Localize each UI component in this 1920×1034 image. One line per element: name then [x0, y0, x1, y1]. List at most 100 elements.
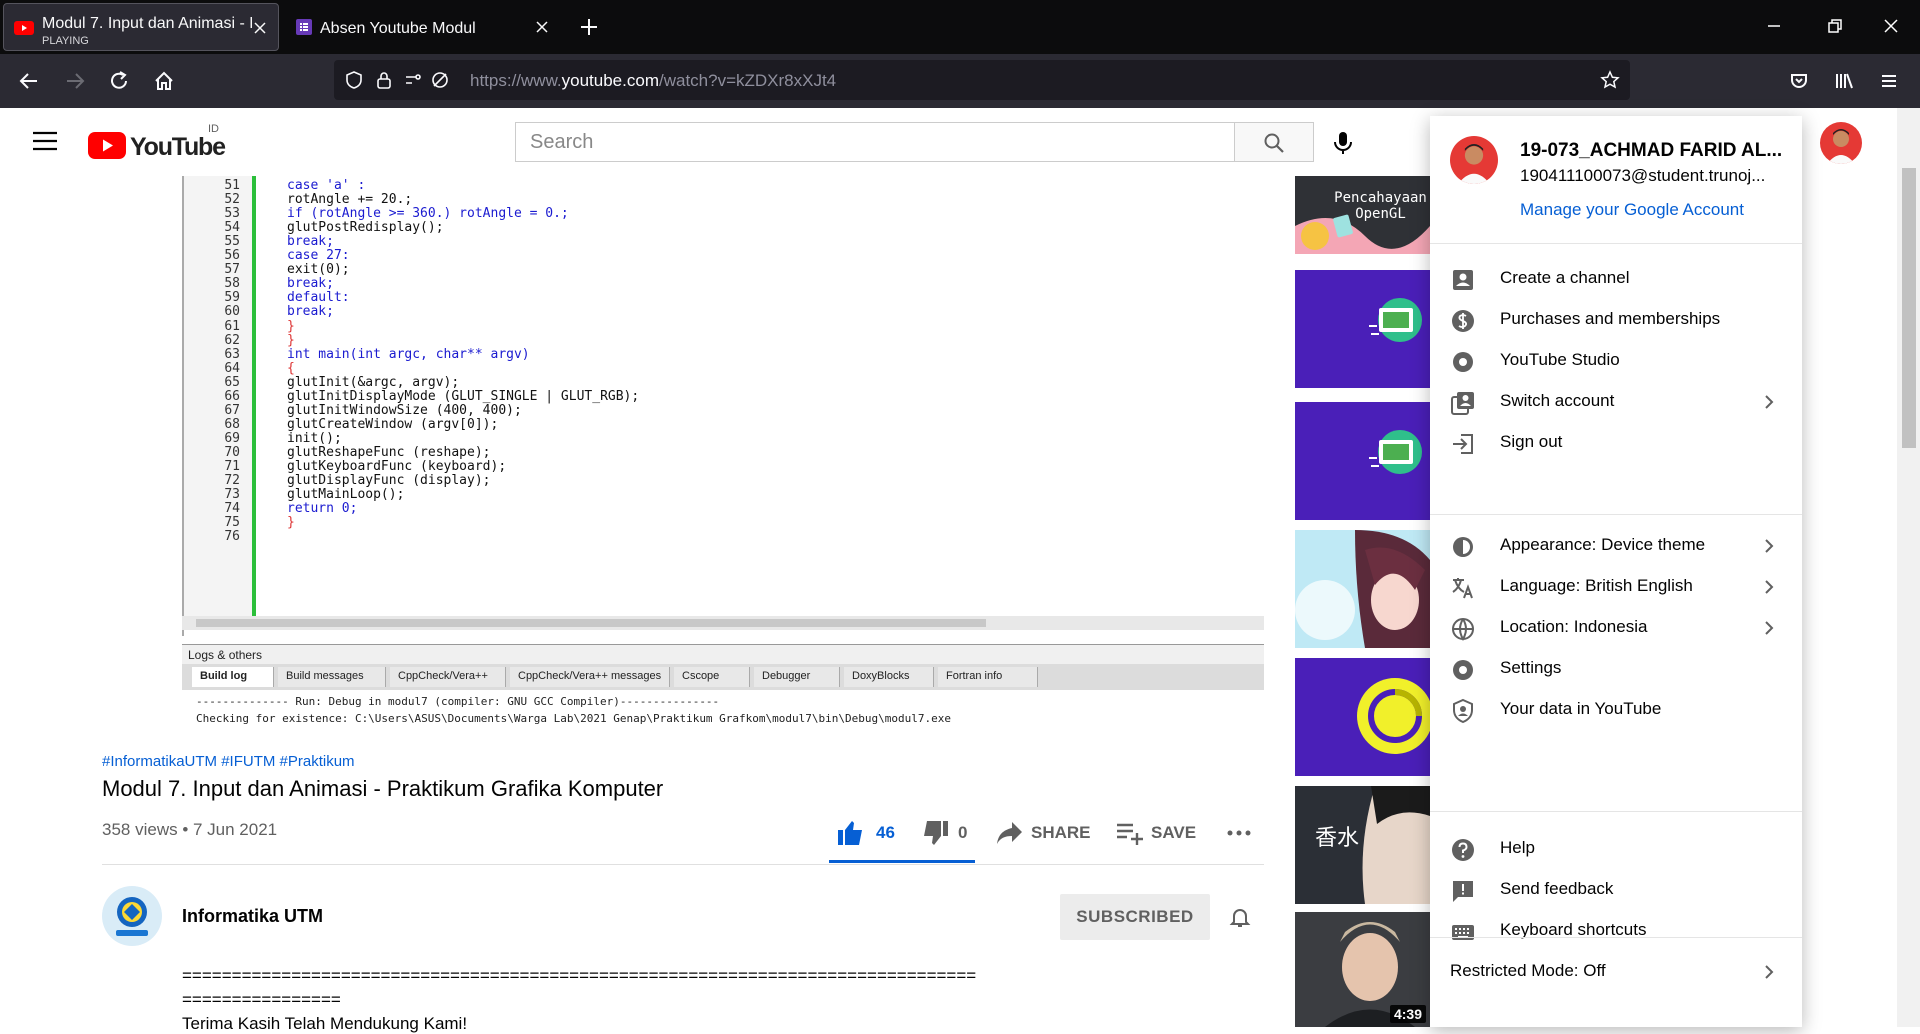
menu-item-label: Your data in YouTube — [1500, 699, 1662, 718]
translate-icon — [1452, 578, 1473, 599]
code-line: } — [287, 332, 295, 348]
video-duration: 4:39 — [1389, 1005, 1426, 1023]
line-number: 73 — [224, 487, 240, 503]
channel-name[interactable]: Informatika UTM — [182, 906, 323, 927]
meta-divider — [102, 864, 1264, 865]
shield-person-icon — [1453, 698, 1473, 724]
code-line: exit(0); — [287, 262, 350, 278]
tab-absen[interactable]: Absen Youtube Modul — [284, 3, 560, 51]
related-video-thumbnail[interactable] — [1295, 402, 1430, 520]
subscribed-button[interactable]: SUBSCRIBED — [1060, 894, 1210, 940]
related-video-thumbnail[interactable]: Pencahayaan OpenGL — [1295, 176, 1430, 254]
code-line: break; — [287, 304, 334, 320]
close-window-icon[interactable] — [1883, 18, 1899, 34]
description-line: ================ — [182, 990, 341, 1009]
code-line: { — [287, 360, 295, 376]
minimize-icon[interactable] — [1766, 18, 1782, 34]
hamburger-menu-icon[interactable] — [1878, 70, 1900, 92]
notification-bell-icon[interactable] — [1228, 905, 1252, 929]
line-number: 62 — [224, 332, 240, 348]
restricted-mode-item[interactable]: Restricted Mode: Off — [1430, 947, 1802, 997]
thumbnail-caption: 香水 — [1315, 825, 1360, 850]
code-line: glutReshapeFunc (reshape); — [287, 444, 491, 460]
dollar-icon — [1452, 310, 1474, 332]
code-editor-frame: 51 case 'a' : 52 rotAngle += 20.; 53 if (rotA… — [182, 176, 1264, 636]
globe-icon — [1452, 618, 1474, 641]
url-text[interactable]: https://www.youtube.com/watch?v=kZDXr8xX… — [470, 71, 836, 91]
tab-title: Absen Youtube Modul — [320, 20, 476, 37]
code-line: return 0; — [287, 501, 358, 517]
code-line: } — [287, 318, 295, 334]
code-line: glutDisplayFunc (display); — [287, 473, 491, 489]
line-number: 60 — [224, 304, 240, 320]
line-number: 74 — [224, 501, 240, 517]
lock-icon[interactable] — [374, 70, 394, 90]
bookmark-star-icon[interactable] — [1600, 70, 1620, 90]
search-button[interactable] — [1234, 122, 1314, 162]
menu-separator — [1430, 811, 1802, 812]
line-number: 54 — [224, 220, 240, 236]
save-button[interactable]: SAVE — [1115, 818, 1205, 848]
channel-avatar[interactable] — [102, 886, 162, 946]
menu-item-your-data-in-youtube[interactable]: Your data in YouTube — [1430, 685, 1802, 735]
back-icon[interactable] — [18, 70, 40, 92]
browser-nav-bar: https://www.youtube.com/watch?v=kZDXr8xX… — [0, 54, 1920, 108]
more-actions-icon[interactable] — [1226, 828, 1252, 838]
line-number: 52 — [224, 192, 240, 208]
related-video-thumbnail[interactable] — [1295, 530, 1430, 648]
dislike-button[interactable]: 0 — [920, 818, 980, 848]
menu-item-sign-out[interactable]: Sign out — [1430, 418, 1802, 468]
autoplay-blocked-icon[interactable] — [430, 70, 450, 90]
youtube-logo-text: YouTube — [130, 133, 226, 161]
forward-icon[interactable] — [64, 70, 86, 92]
share-button[interactable]: SHARE — [995, 818, 1095, 848]
page-scrollbar[interactable] — [1897, 108, 1920, 1027]
manage-google-account-link[interactable]: Manage your Google Account — [1520, 200, 1744, 220]
line-number: 68 — [224, 416, 240, 432]
url-path: /watch?v=kZDXr8xXJt4 — [658, 71, 837, 90]
video-player[interactable]: 51 case 'a' : 52 rotAngle += 20.; 53 if (rotA… — [102, 176, 1264, 728]
menu-item-label: Switch account — [1500, 391, 1615, 410]
line-number: 71 — [224, 459, 240, 474]
reload-icon[interactable] — [108, 70, 130, 92]
close-tab-icon[interactable] — [254, 22, 266, 34]
url-bar[interactable]: https://www.youtube.com/watch?v=kZDXr8xX… — [334, 60, 1630, 100]
restore-icon[interactable] — [1827, 18, 1843, 34]
close-tab-icon[interactable] — [536, 21, 548, 33]
permissions-icon[interactable] — [404, 70, 424, 90]
switch-account-icon — [1451, 392, 1474, 415]
logs-tab: Build messages — [278, 667, 386, 687]
code-line: glutInitWindowSize (400, 400); — [287, 402, 522, 418]
thumbs-up-icon — [838, 821, 862, 845]
related-video-thumbnail[interactable] — [1295, 270, 1430, 388]
account-avatar[interactable] — [1820, 122, 1862, 164]
search-input[interactable]: Search — [515, 122, 1235, 162]
url-domain: youtube.com — [561, 71, 659, 90]
video-hashtags[interactable]: #InformatikaUTM #IFUTM #Praktikum — [102, 753, 355, 770]
related-video-thumbnail[interactable] — [1295, 658, 1430, 776]
logs-tab: Debugger — [754, 667, 840, 687]
code-line: case 'a' : — [287, 178, 366, 193]
line-number: 69 — [224, 430, 240, 446]
description-line: ========================================… — [182, 966, 977, 985]
logs-tab: Fortran info — [938, 667, 1038, 687]
menu-avatar — [1450, 136, 1498, 184]
tab-youtube-video[interactable]: Modul 7. Input dan Animasi - Praktikum G… — [3, 3, 279, 51]
related-video-thumbnail[interactable]: 香水 — [1295, 786, 1430, 904]
code-line: if (rotAngle >= 360.) rotAngle = 0.; — [287, 206, 569, 222]
editor-horizontal-scrollbar — [182, 616, 1264, 630]
thumbs-down-icon — [924, 821, 948, 845]
pocket-icon[interactable] — [1788, 70, 1810, 92]
guide-menu-icon[interactable] — [32, 130, 58, 152]
line-number: 75 — [224, 515, 240, 531]
code-line: int main(int argc, char** argv) — [287, 346, 530, 362]
logs-tab: CppCheck/Vera++ — [390, 667, 506, 687]
microphone-icon[interactable] — [1330, 130, 1356, 156]
home-icon[interactable] — [153, 70, 175, 92]
library-icon[interactable] — [1833, 70, 1855, 92]
theme-icon — [1453, 537, 1473, 557]
shield-icon[interactable] — [344, 70, 364, 90]
new-tab-icon[interactable] — [578, 16, 600, 38]
thumbnail-caption: Pencahayaan OpenGL — [1334, 190, 1427, 222]
related-video-thumbnail[interactable]: 4:39 — [1295, 912, 1430, 1027]
